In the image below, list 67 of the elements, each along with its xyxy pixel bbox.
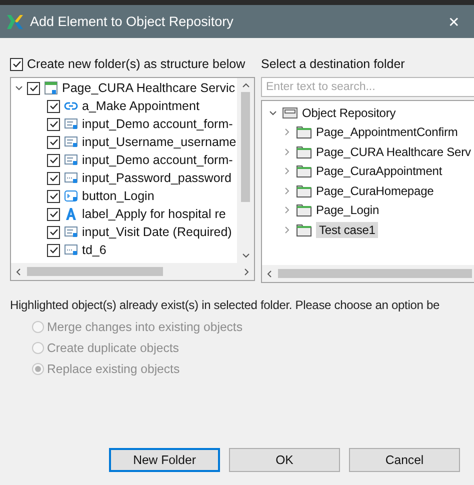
logo-icon (6, 12, 24, 30)
tree-item[interactable]: a_Make Appointment (82, 99, 200, 113)
tree-item[interactable]: input_Username_username (82, 135, 236, 149)
tree-item[interactable]: td_6 (82, 243, 106, 257)
vertical-scrollbar[interactable] (237, 78, 254, 263)
checkbox-label: Create new folder(s) as structure below (27, 57, 246, 71)
scroll-up-icon[interactable] (242, 82, 250, 88)
password-field-icon (64, 171, 78, 185)
checkbox[interactable] (47, 244, 60, 256)
tree-item[interactable]: input_Password_password (82, 171, 232, 185)
input-icon (64, 117, 78, 131)
dialog-button[interactable]: Cancel (349, 448, 460, 472)
tree-item[interactable]: label_Apply for hospital re (82, 207, 226, 221)
tree-item[interactable]: Page_CURA Healthcare Servic (62, 81, 235, 95)
input-icon (64, 153, 78, 167)
section-label: Select a destination folder (261, 56, 406, 73)
checkbox[interactable] (47, 100, 60, 112)
checkbox[interactable] (47, 226, 60, 238)
tree-item[interactable]: button_Login (82, 189, 154, 203)
checkbox[interactable] (10, 58, 23, 70)
tree-item[interactable]: input_Demo account_form- (82, 153, 233, 167)
password-field-icon (64, 243, 78, 257)
folder-icon (296, 144, 312, 159)
tree-item[interactable]: input_Visit Date (Required) (82, 225, 232, 239)
button-icon (64, 189, 78, 203)
tree-item[interactable]: Test case1 (316, 222, 378, 238)
checkbox[interactable] (47, 136, 60, 148)
tree-item[interactable]: Page_CuraHomepage (316, 184, 434, 198)
checkbox[interactable] (47, 208, 60, 220)
folder-icon (296, 203, 312, 218)
window-title: Add Element to Object Repository (30, 14, 234, 29)
dialog-button[interactable]: OK (229, 448, 340, 472)
scroll-down-icon[interactable] (242, 253, 250, 259)
label-icon (64, 207, 78, 221)
tree-item[interactable]: Page_Login (316, 203, 380, 218)
tree-item[interactable]: Page_CuraAppointment (316, 164, 442, 178)
tree-item[interactable]: Object Repository (302, 106, 396, 120)
checkbox[interactable] (47, 118, 60, 130)
repository-icon (282, 106, 298, 120)
scroll-right-icon[interactable] (244, 268, 250, 276)
scroll-left-icon[interactable] (15, 268, 21, 276)
message-text: Highlighted object(s) already exist(s) in selected folder. Please choose an option be (10, 298, 441, 312)
tree-item[interactable]: Page_CURA Healthcare Serv (316, 144, 471, 159)
search-field[interactable]: Enter text to search... (261, 77, 474, 97)
folder-icon (296, 125, 312, 140)
radio-label: Replace existing objects (47, 362, 180, 376)
folder-icon (296, 164, 312, 178)
checkbox[interactable] (47, 154, 60, 166)
radio-label: Create duplicate objects (47, 341, 179, 355)
checkbox[interactable] (47, 190, 60, 202)
checkbox[interactable] (47, 172, 60, 184)
scroll-left-icon[interactable] (266, 270, 272, 278)
tree-item[interactable]: input_Demo account_form- (82, 117, 233, 131)
close-button[interactable]: ✕ (442, 14, 466, 30)
input-icon (64, 135, 78, 149)
horizontal-scrollbar[interactable] (262, 265, 474, 282)
radio-label: Merge changes into existing objects (47, 320, 242, 334)
chevron-icon[interactable] (15, 84, 23, 92)
folder-icon (296, 222, 312, 237)
checkbox[interactable] (27, 82, 40, 94)
dialog-button[interactable]: New Folder (109, 448, 220, 472)
input-icon (64, 225, 78, 239)
folder-icon (296, 184, 312, 198)
tree-item[interactable]: Page_AppointmentConfirm (316, 125, 458, 140)
chevron-icon[interactable] (268, 108, 278, 117)
page-icon (44, 81, 58, 95)
horizontal-scrollbar[interactable] (11, 263, 254, 280)
